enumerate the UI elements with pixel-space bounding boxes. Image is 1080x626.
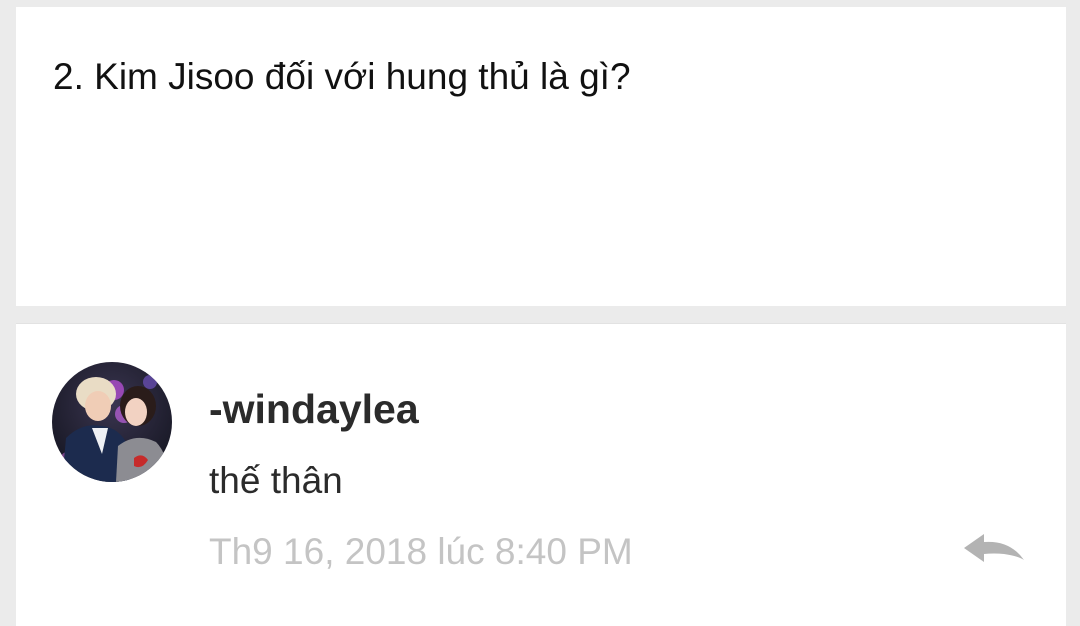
question-card: 2. Kim Jisoo đối với hung thủ là gì? (16, 7, 1066, 306)
timestamp: Th9 16, 2018 lúc 8:40 PM (209, 531, 633, 572)
avatar-image (52, 362, 172, 482)
page: 2. Kim Jisoo đối với hung thủ là gì? -wi… (0, 0, 1080, 626)
reply-button[interactable] (960, 530, 1032, 576)
comment-text: thế thân (209, 460, 343, 501)
comment-card: -windaylea thế thân Th9 16, 2018 lúc 8:4… (16, 323, 1066, 626)
username[interactable]: -windaylea (209, 385, 419, 434)
reply-arrow-icon (964, 534, 1024, 562)
avatar[interactable] (52, 362, 172, 482)
question-text: 2. Kim Jisoo đối với hung thủ là gì? (53, 56, 631, 97)
